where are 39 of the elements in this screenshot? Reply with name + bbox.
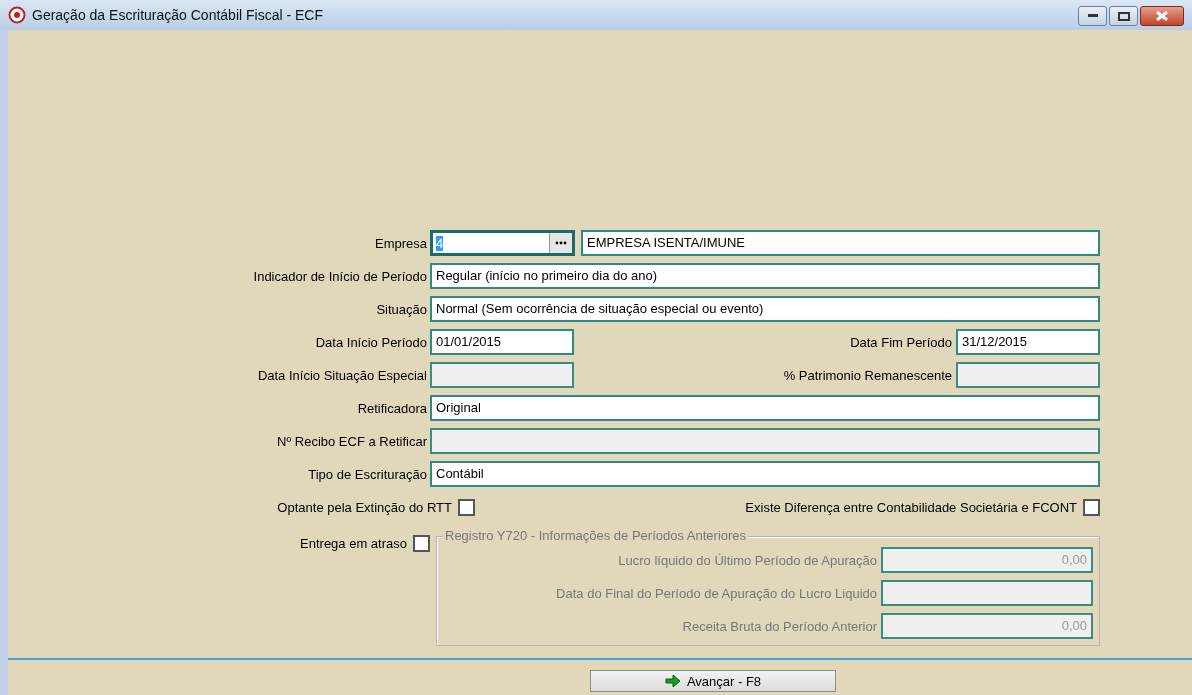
- field-label: Indicador de Início de Período: [252, 268, 428, 284]
- field-label: Data Início Situação Especial: [256, 367, 428, 383]
- field-label: Nº Recibo ECF a Retificar: [276, 433, 428, 449]
- field-label: Data do Final do Período de Apuração do Lucro Liquido: [555, 585, 878, 601]
- input-field[interactable]: EMPRESA ISENTA/IMUNE: [581, 230, 1100, 256]
- checkbox[interactable]: [413, 535, 430, 552]
- input-field[interactable]: Normal (Sem ocorrência de situação especial ou evento): [430, 296, 1100, 322]
- group-title: Registro Y720 - Informações de Períodos Anteriores: [443, 528, 749, 543]
- record-icon: [8, 6, 26, 24]
- maximize-icon: [1117, 11, 1130, 21]
- close-button[interactable]: [1140, 6, 1184, 26]
- minimize-icon: [1087, 14, 1098, 18]
- input-field[interactable]: Contábil: [430, 461, 1100, 487]
- checkbox-label: Optante pela Extinção do RTT: [277, 499, 452, 515]
- field-label: Lucro líquido do Último Período de Apuração: [617, 552, 878, 568]
- input-field[interactable]: Regular (início no primeiro dia do ano): [430, 263, 1100, 289]
- field-label: Receita Bruta do Período Anterior: [681, 618, 878, 634]
- next-button[interactable]: Avançar - F8: [590, 670, 836, 692]
- ellipsis-button[interactable]: [549, 233, 572, 253]
- window-title: Geração da Escrituração Contábil Fiscal - ECF: [32, 7, 323, 23]
- field-label: Situação: [375, 301, 428, 317]
- minimize-button[interactable]: [1078, 6, 1107, 26]
- close-icon: [1156, 11, 1168, 21]
- checkbox[interactable]: [1083, 498, 1100, 516]
- maximize-button[interactable]: [1109, 6, 1138, 26]
- input-field[interactable]: Original: [430, 395, 1100, 421]
- field-label: % Patrimonio Remanescente: [782, 367, 953, 383]
- field-label: Data Início Período: [314, 334, 428, 350]
- field-label: Empresa: [373, 235, 428, 251]
- input-field[interactable]: 31/12/2015: [956, 329, 1100, 355]
- field-label: Tipo de Escrituração: [307, 466, 428, 482]
- checkbox-label: Existe Diferença entre Contabilidade Societária e FCONT: [745, 499, 1077, 515]
- field-label: Data Fim Período: [849, 334, 953, 350]
- arrow-icon: [664, 674, 681, 688]
- input-field[interactable]: 01/01/2015: [430, 329, 574, 355]
- checkbox[interactable]: [458, 498, 475, 516]
- field-label: Retificadora: [356, 400, 428, 416]
- checkbox-label: Entrega em atraso: [300, 536, 407, 551]
- ellipsis-icon: [555, 241, 567, 245]
